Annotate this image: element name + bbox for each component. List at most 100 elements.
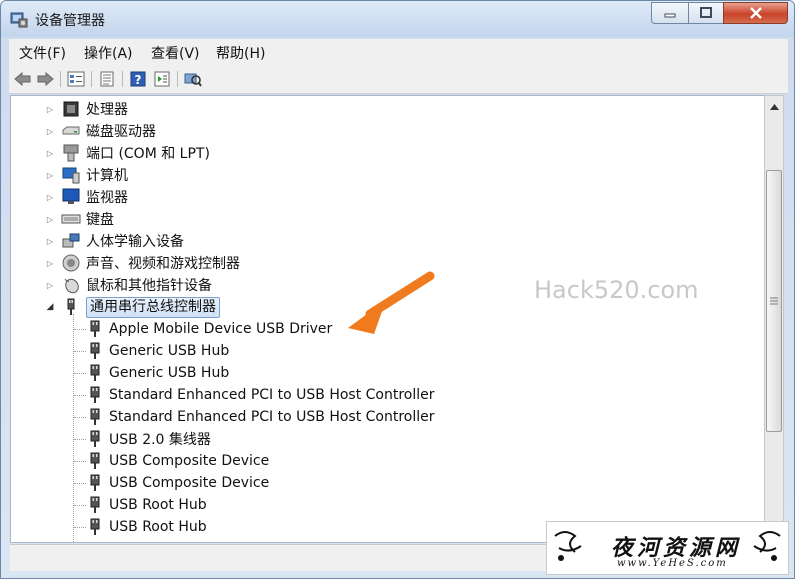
tree-item-label: 键盘 [86, 212, 114, 228]
menu-file[interactable]: 文件(F) [19, 43, 66, 63]
expander-sound[interactable]: ▷ [45, 252, 55, 274]
help-icon: ? [130, 71, 146, 87]
tree-item-label: 声音、视频和游戏控制器 [86, 256, 240, 272]
tree-item-mouse[interactable]: 鼠标和其他指针设备 [61, 274, 212, 296]
device-view-icon [67, 71, 85, 87]
expander-processor[interactable]: ▷ [45, 98, 55, 120]
expander-monitor[interactable]: ▷ [45, 186, 55, 208]
expander-usb-controllers[interactable]: ◢ [45, 296, 55, 318]
svg-text:?: ? [135, 73, 142, 87]
usb-device-icon [90, 364, 100, 381]
keyboard-icon [61, 214, 81, 224]
usb-device-root-hub[interactable]: USB Root Hub [87, 516, 207, 538]
port-icon [63, 144, 79, 162]
usb-device-icon [90, 408, 100, 425]
title-bar: 设备管理器 [1, 1, 794, 37]
toolbar-separator [177, 71, 178, 87]
action-button[interactable] [152, 69, 172, 89]
usb-device-generic-hub[interactable]: Generic USB Hub [87, 340, 229, 362]
usb-device-label: USB Root Hub [109, 497, 207, 513]
usb-device-icon [90, 342, 100, 359]
expander-port[interactable]: ▷ [45, 142, 55, 164]
usb-device-icon [90, 518, 100, 535]
maximize-button[interactable] [688, 2, 724, 24]
usb-device-icon [90, 386, 100, 403]
expander-computer[interactable]: ▷ [45, 164, 55, 186]
tree-item-processor[interactable]: 处理器 [61, 98, 128, 120]
tree-item-label: 端口 (COM 和 LPT) [86, 146, 210, 162]
tree-item-label: 监视器 [86, 190, 128, 206]
usb-device-icon [90, 496, 100, 513]
usb-device-label: USB 2.0 集线器 [109, 432, 211, 448]
monitor-icon [62, 188, 80, 204]
properties-button[interactable] [97, 69, 117, 89]
tree-item-usb-controllers[interactable]: 通用串行总线控制器 [61, 296, 220, 318]
tree-item-hid[interactable]: 人体学输入设备 [61, 230, 184, 252]
back-button[interactable] [13, 69, 33, 89]
help-button[interactable]: ? [128, 69, 148, 89]
window-title: 设备管理器 [35, 13, 105, 29]
expander-mouse[interactable]: ▷ [45, 274, 55, 296]
close-icon [749, 7, 762, 19]
device-view-button[interactable] [66, 69, 86, 89]
menu-help[interactable]: 帮助(H) [216, 43, 265, 63]
tree-connector-line [74, 483, 86, 484]
scroll-up-icon [769, 104, 779, 110]
menu-action[interactable]: 操作(A) [84, 43, 133, 63]
tree-item-label: 计算机 [86, 168, 128, 184]
tree-item-computer[interactable]: 计算机 [61, 164, 128, 186]
vertical-scrollbar[interactable] [764, 95, 784, 541]
device-manager-app-icon [10, 12, 28, 28]
expander-keyboard[interactable]: ▷ [45, 208, 55, 230]
menu-view[interactable]: 查看(V) [151, 43, 200, 63]
toolbar: ? [9, 65, 788, 94]
minimize-button[interactable] [651, 2, 689, 24]
usb-device-generic-hub[interactable]: Generic USB Hub [87, 362, 229, 384]
tree-item-disk-drive[interactable]: 磁盘驱动器 [61, 120, 156, 142]
grip-icon [770, 297, 778, 305]
tree-connector-line [74, 351, 86, 352]
tree-connector-line [74, 461, 86, 462]
menu-bar: 文件(F) 操作(A) 查看(V) 帮助(H) [9, 39, 788, 66]
scan-hardware-icon [184, 73, 202, 87]
usb-device-label: Apple Mobile Device USB Driver [109, 321, 333, 337]
usb-device-icon [90, 320, 100, 337]
tree-item-monitor[interactable]: 监视器 [61, 186, 128, 208]
toolbar-separator [60, 71, 61, 87]
usb-device-enhanced-host-controller[interactable]: Standard Enhanced PCI to USB Host Contro… [87, 384, 435, 406]
tree-connector-line [73, 314, 74, 542]
tree-item-port[interactable]: 端口 (COM 和 LPT) [61, 142, 210, 164]
scrollbar-thumb[interactable] [766, 170, 782, 432]
speaker-icon [62, 254, 80, 272]
tree-item-label-selected: 通用串行总线控制器 [86, 296, 220, 318]
usb-device-label: USB Composite Device [109, 453, 270, 469]
usb-device-label: USB Composite Device [109, 475, 270, 491]
tree-item-label: 鼠标和其他指针设备 [86, 278, 212, 294]
tree-connector-line [74, 329, 86, 330]
forward-button[interactable] [35, 69, 55, 89]
scroll-up-button[interactable] [765, 98, 783, 116]
usb-device-label: Generic USB Hub [109, 343, 230, 359]
scan-hardware-button[interactable] [183, 69, 203, 89]
tree-item-sound[interactable]: 声音、视频和游戏控制器 [61, 252, 240, 274]
disk-drive-icon [62, 126, 80, 135]
tree-connector-line [74, 417, 86, 418]
tree-item-label: 磁盘驱动器 [86, 124, 156, 140]
tree-item-label: 人体学输入设备 [86, 234, 184, 250]
mouse-icon [64, 278, 79, 294]
expander-disk-drive[interactable]: ▷ [45, 120, 55, 142]
tree-connector-line [74, 373, 86, 374]
forward-icon [37, 72, 54, 86]
usb-device-usb2-hub[interactable]: USB 2.0 集线器 [87, 428, 211, 450]
tree-item-keyboard[interactable]: 键盘 [61, 208, 114, 230]
usb-device-icon [90, 474, 100, 491]
site-stamp: 夜河资源网 www.YeHeS.com [546, 521, 789, 575]
usb-device-icon [90, 430, 100, 447]
expander-hid[interactable]: ▷ [45, 230, 55, 252]
usb-device-enhanced-host-controller[interactable]: Standard Enhanced PCI to USB Host Contro… [87, 406, 435, 428]
close-button[interactable] [723, 2, 788, 24]
usb-device-apple-mobile[interactable]: Apple Mobile Device USB Driver [87, 318, 332, 340]
usb-device-root-hub[interactable]: USB Root Hub [87, 494, 207, 516]
usb-device-composite[interactable]: USB Composite Device [87, 472, 269, 494]
usb-device-composite[interactable]: USB Composite Device [87, 450, 269, 472]
